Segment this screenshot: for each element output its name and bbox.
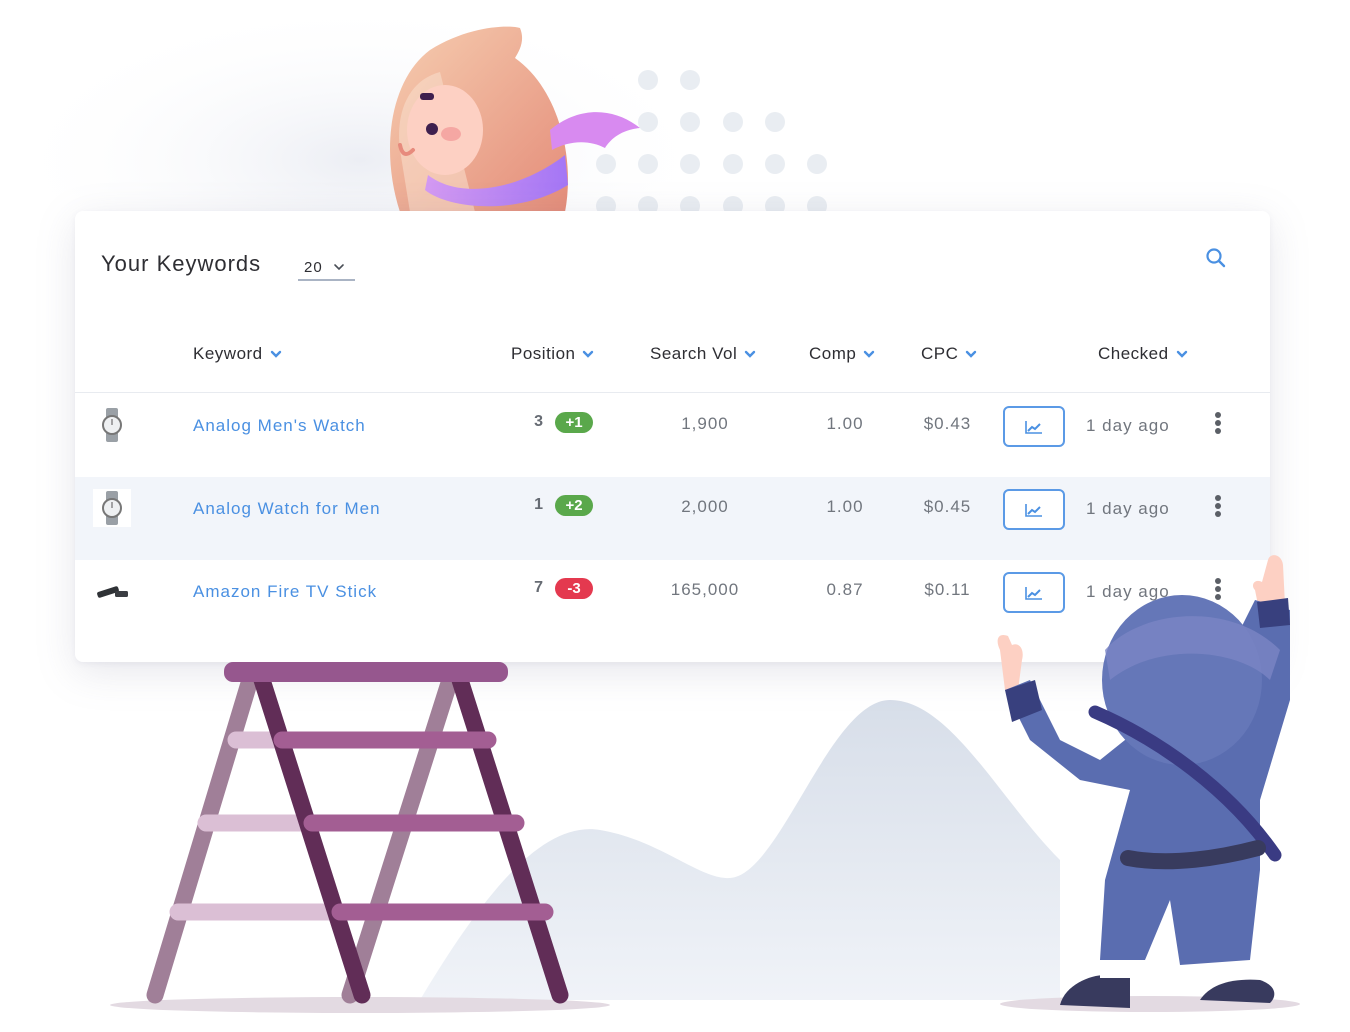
- more-vertical-icon[interactable]: [1211, 412, 1225, 436]
- table-row: Analog Men's Watch 3 +1 1,900 1.00 $0.43…: [75, 394, 1270, 477]
- cpc-value: $0.43: [923, 414, 972, 433]
- cpc-value: $0.11: [924, 580, 971, 599]
- column-header-search-vol[interactable]: Search Vol: [650, 344, 756, 364]
- column-header-keyword[interactable]: Keyword: [193, 344, 282, 364]
- chevron-down-icon: [270, 350, 281, 358]
- search-vol-value: 165,000: [670, 580, 740, 599]
- chevron-down-icon: [864, 350, 875, 358]
- column-label: Keyword: [193, 344, 263, 363]
- keyword-link[interactable]: Analog Men's Watch: [193, 416, 366, 436]
- comp-value: 0.87: [826, 580, 864, 599]
- position-value: 3: [534, 413, 543, 430]
- position-change-badge: +1: [555, 412, 593, 433]
- checked-time: 1 day ago: [1086, 416, 1170, 435]
- chevron-down-icon: [745, 350, 756, 358]
- column-header-position[interactable]: Position: [511, 344, 594, 364]
- chevron-down-icon: [966, 350, 977, 358]
- column-label: CPC: [921, 344, 959, 363]
- column-label: Comp: [809, 344, 857, 363]
- search-vol-value: 2,000: [681, 497, 729, 516]
- position-change-badge: -3: [555, 578, 593, 599]
- column-label: Position: [511, 344, 576, 363]
- column-label: Checked: [1098, 344, 1169, 363]
- watch-thumbnail: [93, 489, 131, 527]
- line-chart-icon: [1025, 503, 1042, 517]
- cpc-value: $0.45: [923, 497, 972, 516]
- chevron-down-icon: [1176, 350, 1187, 358]
- view-chart-button[interactable]: [1003, 406, 1065, 447]
- line-chart-icon: [1025, 420, 1042, 434]
- more-vertical-icon[interactable]: [1211, 578, 1225, 602]
- page-size-select[interactable]: 20: [298, 255, 355, 281]
- more-vertical-icon[interactable]: [1211, 495, 1225, 519]
- mountain-shape: [420, 700, 1060, 1000]
- view-chart-button[interactable]: [1003, 489, 1065, 530]
- chevron-down-icon: [583, 350, 594, 358]
- search-vol-value: 1,900: [681, 414, 729, 433]
- table-row: Amazon Fire TV Stick 7 -3 165,000 0.87 $…: [75, 560, 1270, 643]
- comp-value: 1.00: [826, 414, 864, 433]
- column-header-checked[interactable]: Checked: [1098, 344, 1188, 364]
- keywords-card: Your Keywords 20 Keyword Position Search…: [75, 211, 1270, 662]
- column-header-comp[interactable]: Comp: [809, 344, 875, 364]
- watch-thumbnail: [93, 406, 131, 444]
- checked-time: 1 day ago: [1086, 499, 1170, 518]
- line-chart-icon: [1025, 586, 1042, 600]
- keyword-link[interactable]: Analog Watch for Men: [193, 499, 381, 519]
- checked-time: 1 day ago: [1086, 582, 1170, 601]
- comp-value: 1.00: [826, 497, 864, 516]
- column-header-cpc[interactable]: CPC: [921, 344, 977, 364]
- chevron-down-icon: [333, 264, 344, 271]
- table-header: Keyword Position Search Vol Comp CPC Che…: [75, 336, 1270, 393]
- view-chart-button[interactable]: [1003, 572, 1065, 613]
- position-value: 1: [534, 496, 543, 513]
- card-title: Your Keywords: [101, 251, 262, 276]
- keyword-link[interactable]: Amazon Fire TV Stick: [193, 582, 377, 602]
- table-row: Analog Watch for Men 1 +2 2,000 1.00 $0.…: [75, 477, 1270, 560]
- search-icon[interactable]: [1204, 246, 1228, 270]
- column-label: Search Vol: [650, 344, 738, 363]
- fire-tv-stick-thumbnail: [93, 572, 131, 610]
- page-size-value: 20: [304, 258, 323, 276]
- position-change-badge: +2: [555, 495, 593, 516]
- position-value: 7: [534, 579, 543, 596]
